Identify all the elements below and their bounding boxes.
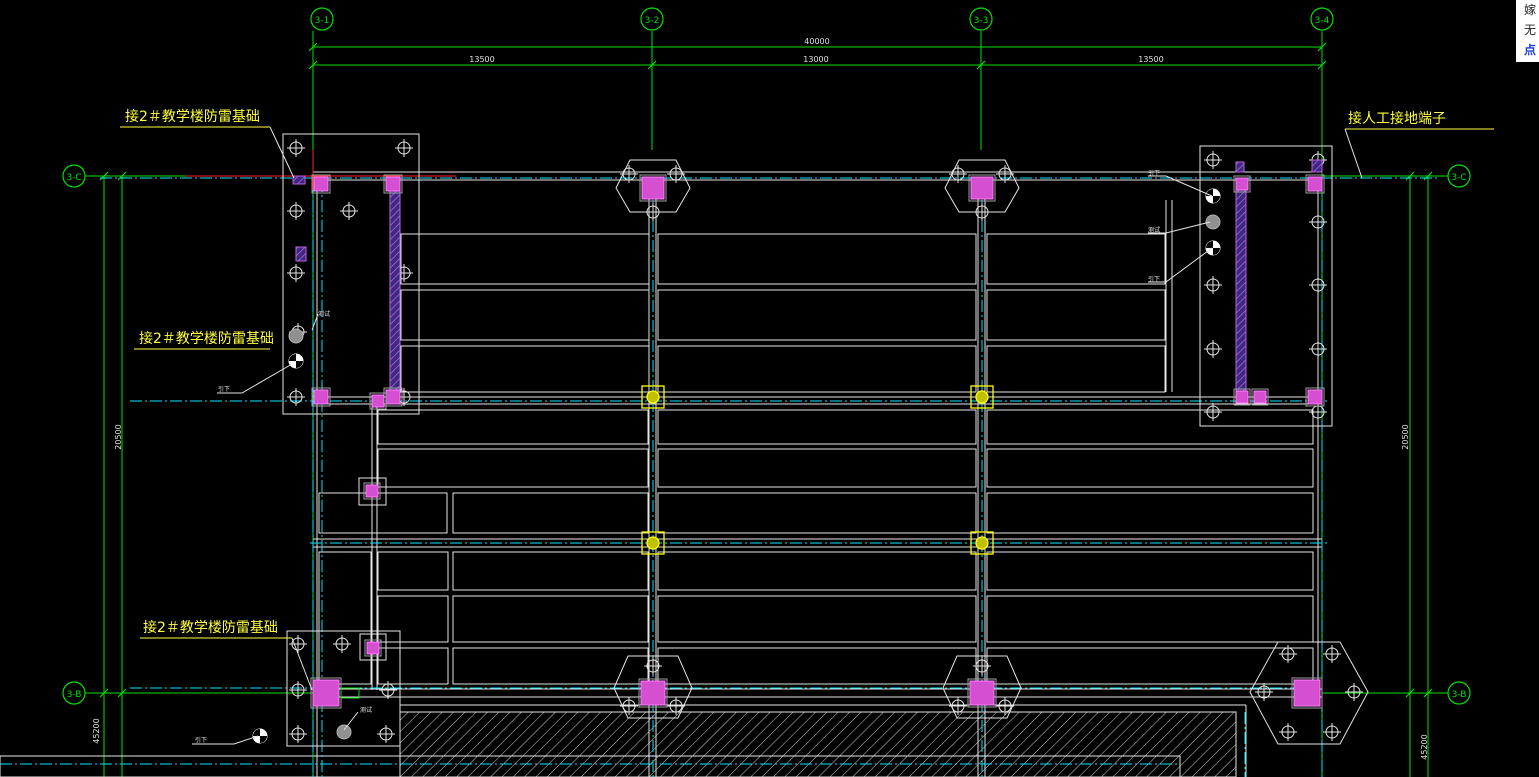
test-point [1205, 240, 1221, 256]
column [968, 174, 996, 202]
axis-label-3-2: 3-2 [645, 16, 660, 26]
axis-label-left-3-C: 3-C [66, 173, 81, 183]
column [363, 482, 381, 500]
column [639, 174, 667, 202]
side-panel: 嫁 无 点 [1516, 0, 1539, 62]
side-panel-line2: 无 [1524, 23, 1537, 37]
dim-lower-left: 45200 [92, 718, 101, 743]
label-b: 测试 [318, 310, 330, 318]
column [383, 387, 403, 407]
column [1233, 175, 1251, 193]
label-g: 测试 [360, 706, 372, 714]
label-a: 引下 [218, 385, 230, 393]
axis-label-right-3-C: 3-C [1451, 173, 1466, 183]
axis-label-3-1: 3-1 [315, 16, 330, 26]
column [311, 174, 331, 194]
test-point-gray [336, 724, 352, 740]
column [383, 174, 403, 194]
label-f: 引下 [195, 736, 207, 744]
column [1233, 388, 1251, 406]
dim-overall: 40000 [804, 37, 829, 46]
column [638, 678, 668, 708]
dim-span-1: 13500 [469, 55, 494, 64]
column [1251, 388, 1269, 406]
dim-span-3: 13500 [1138, 55, 1163, 64]
column [364, 639, 382, 657]
label-e: 引下 [1148, 275, 1160, 283]
axis-label-3-4: 3-4 [1315, 16, 1330, 26]
callout-text-top-left: 接2＃教学楼防雷基础 [125, 108, 260, 125]
axis-label-3-3: 3-3 [974, 16, 989, 26]
column [311, 387, 331, 407]
callout-text-bottom-left: 接2＃教学楼防雷基础 [143, 619, 278, 636]
callout-text-mid-left: 接2＃教学楼防雷基础 [139, 330, 274, 347]
label-d: 测试 [1148, 226, 1160, 234]
side-panel-line1: 嫁 [1524, 3, 1537, 17]
column [369, 392, 387, 410]
dim-lower-right: 45200 [1420, 734, 1429, 759]
test-point [288, 353, 304, 369]
column [1305, 174, 1325, 194]
test-point-gray [288, 328, 304, 344]
label-c: 引下 [1148, 169, 1160, 177]
column [967, 678, 997, 708]
column [310, 677, 342, 709]
column [1291, 677, 1323, 709]
dim-vertical-right: 20500 [1401, 424, 1410, 449]
callout-mid-left[interactable]: 接2＃教学楼防雷基础 [134, 330, 274, 350]
test-point [252, 728, 268, 744]
axis-label-right-3-B: 3-B [1452, 690, 1467, 700]
axis-label-left-3-B: 3-B [67, 690, 82, 700]
side-panel-line3[interactable]: 点 [1524, 40, 1539, 60]
column [1305, 387, 1325, 407]
dim-span-2: 13000 [803, 55, 828, 64]
callout-text-top-right: 接人工接地端子 [1348, 110, 1446, 127]
cad-drawing-canvas[interactable]: 3-1 3-2 3-3 3-4 3-C 3-B 3-C 3-B 40000 13… [0, 0, 1539, 777]
test-point [1205, 188, 1221, 204]
dim-vertical-left: 20500 [114, 424, 123, 449]
